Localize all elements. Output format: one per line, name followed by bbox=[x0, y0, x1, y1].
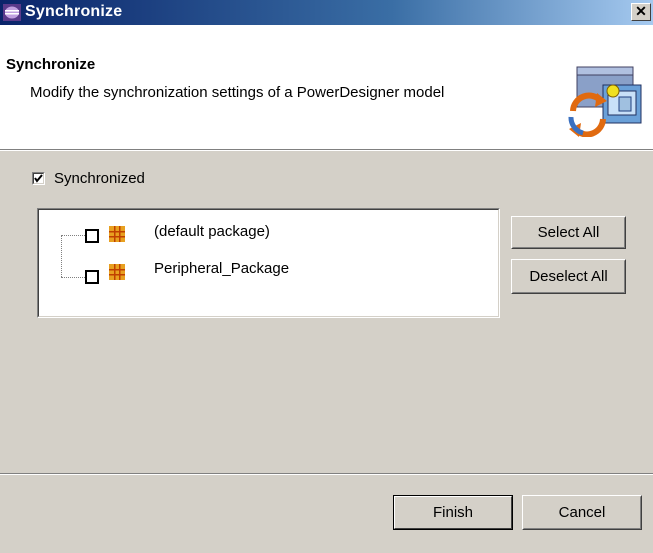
tree-connector bbox=[61, 235, 62, 277]
finish-label: Finish bbox=[432, 504, 473, 521]
tree-connector bbox=[61, 235, 85, 236]
synchronized-label[interactable]: Synchronized bbox=[54, 170, 145, 187]
wizard-header: Synchronize Modify the synchronization s… bbox=[0, 25, 653, 149]
deselect-all-label: Deselect All bbox=[529, 268, 608, 285]
tree-item-label[interactable]: (default package) bbox=[154, 223, 270, 240]
header-divider-highlight bbox=[0, 150, 653, 151]
select-all-button[interactable]: Select All bbox=[511, 216, 626, 249]
footer-divider-highlight bbox=[0, 474, 653, 475]
eclipse-icon bbox=[3, 4, 21, 21]
tree-connector bbox=[61, 277, 85, 278]
window-title: Synchronize bbox=[25, 3, 123, 20]
package-tree[interactable]: (default package) Peripheral_Package bbox=[37, 208, 500, 318]
close-icon: ✕ bbox=[635, 3, 647, 19]
header-description: Modify the synchronization settings of a… bbox=[30, 84, 445, 101]
title-bar: Synchronize ✕ bbox=[0, 0, 653, 25]
deselect-all-button[interactable]: Deselect All bbox=[511, 259, 626, 294]
tree-item-checkbox-default-package[interactable] bbox=[85, 229, 99, 243]
synchronize-wizard-icon bbox=[568, 66, 642, 137]
finish-button[interactable]: Finish bbox=[393, 495, 513, 530]
cancel-label: Cancel bbox=[558, 504, 606, 521]
synchronized-checkbox[interactable] bbox=[32, 172, 45, 185]
checkmark-icon bbox=[34, 174, 43, 183]
close-button[interactable]: ✕ bbox=[631, 3, 651, 21]
package-icon bbox=[109, 264, 125, 280]
select-all-label: Select All bbox=[537, 224, 600, 241]
package-icon bbox=[109, 226, 125, 242]
cancel-button[interactable]: Cancel bbox=[522, 495, 642, 530]
tree-item-checkbox-peripheral-package[interactable] bbox=[85, 270, 99, 284]
tree-item-label[interactable]: Peripheral_Package bbox=[154, 260, 289, 277]
header-title: Synchronize bbox=[6, 56, 96, 73]
